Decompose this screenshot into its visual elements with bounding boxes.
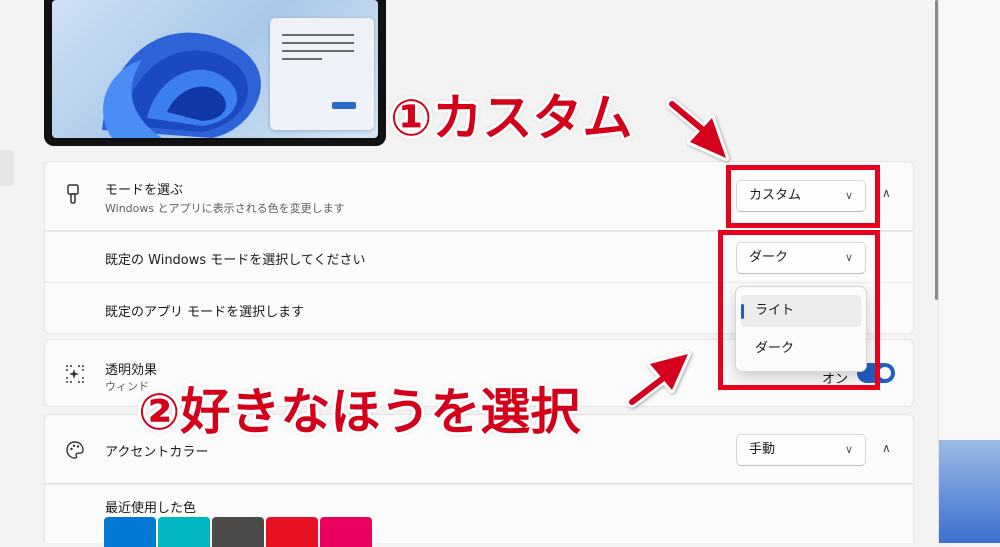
- arrow-icon-2: [626, 351, 691, 408]
- annotation-arrows: [626, 98, 729, 408]
- arrow-icon-1: [666, 98, 729, 161]
